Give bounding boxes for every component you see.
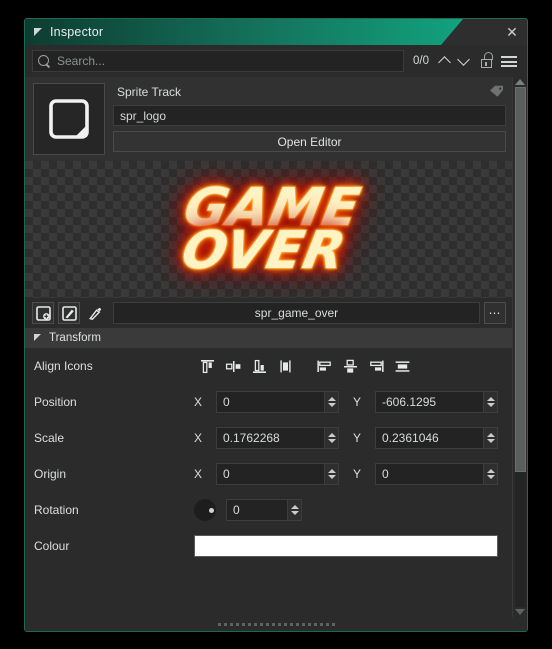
origin-label: Origin: [34, 467, 67, 481]
colour-row: Colour: [25, 528, 512, 564]
search-match-counter: 0/0: [413, 55, 429, 67]
scale-y-value: 0.2361046: [382, 431, 439, 445]
sprite-track-block: Sprite Track spr_logo Open Editor: [25, 77, 512, 161]
scale-y-input[interactable]: 0.2361046: [375, 427, 498, 449]
scrollbar-thumb[interactable]: [514, 87, 526, 472]
add-sprite-icon[interactable]: [32, 302, 54, 324]
origin-x-value: 0: [223, 467, 230, 481]
sprite-track-title: Sprite Track: [117, 85, 182, 99]
rotation-value: 0: [233, 503, 240, 517]
colour-label: Colour: [34, 539, 70, 553]
origin-y-stepper[interactable]: [483, 464, 497, 484]
search-input[interactable]: Search...: [32, 50, 404, 72]
align-top-icon[interactable]: [194, 355, 220, 377]
position-x-axis-label: X: [194, 395, 203, 409]
sprite-track-meta: Sprite Track spr_logo Open Editor: [113, 83, 506, 155]
section-collapse-icon: [34, 334, 42, 342]
search-icon: [38, 54, 51, 68]
align-bottom-icon[interactable]: [246, 355, 272, 377]
search-placeholder: Search...: [57, 54, 106, 68]
sprite-thumbnail-icon[interactable]: [33, 83, 105, 155]
window-titlebar[interactable]: Inspector ✕: [25, 19, 527, 45]
align-buttons-group: [194, 355, 415, 377]
close-icon[interactable]: ✕: [497, 19, 527, 45]
position-row: Position X 0 Y -606.1295: [25, 384, 512, 420]
open-editor-button[interactable]: Open Editor: [113, 131, 506, 152]
align-right-icon[interactable]: [363, 355, 389, 377]
scale-x-axis-label: X: [194, 431, 203, 445]
rotation-dial-icon[interactable]: [194, 499, 216, 521]
edit-sprite-icon[interactable]: [58, 302, 80, 324]
vertical-scrollbar[interactable]: [512, 77, 527, 617]
position-y-stepper[interactable]: [483, 392, 497, 412]
sprite-name-value: spr_game_over: [254, 306, 339, 320]
sprite-track-name-field[interactable]: spr_logo: [113, 105, 506, 126]
game-over-sprite-art: GAME OVER: [173, 177, 367, 282]
sprite-more-button[interactable]: ⋯: [484, 302, 506, 324]
scale-y-axis-label: Y: [353, 431, 362, 445]
position-x-input[interactable]: 0: [216, 391, 339, 413]
collapse-triangle-icon[interactable]: [34, 27, 43, 37]
position-x-stepper[interactable]: [324, 392, 338, 412]
align-middle-icon[interactable]: [272, 355, 298, 377]
sprite-preview[interactable]: GAME OVER: [25, 161, 512, 298]
scale-x-input[interactable]: 0.1762268: [216, 427, 339, 449]
window-title: Inspector: [50, 25, 104, 39]
align-horizontal-center-icon[interactable]: [337, 355, 363, 377]
sprite-name-field[interactable]: spr_game_over: [113, 302, 480, 324]
scale-label: Scale: [34, 431, 65, 445]
rotation-stepper[interactable]: [287, 500, 301, 520]
unlocked-padlock-icon[interactable]: [477, 50, 497, 72]
rotation-row: Rotation 0: [25, 492, 512, 528]
align-left-icon[interactable]: [311, 355, 337, 377]
origin-x-axis-label: X: [194, 467, 203, 481]
tag-icon[interactable]: [489, 85, 504, 98]
inspector-body: Search... 0/0 Sprite Track spr_logo Open…: [25, 45, 527, 631]
scale-x-stepper[interactable]: [324, 428, 338, 448]
origin-row: Origin X 0 Y 0: [25, 456, 512, 492]
inspector-window: Inspector ✕ Search... 0/0 Sprite Track s…: [24, 18, 528, 632]
scrollbar-track[interactable]: [514, 87, 526, 607]
position-y-axis-label: Y: [353, 395, 362, 409]
origin-y-value: 0: [382, 467, 389, 481]
search-prev-button[interactable]: [436, 50, 455, 72]
scale-x-value: 0.1762268: [223, 431, 280, 445]
scale-y-stepper[interactable]: [483, 428, 497, 448]
sprite-toolbar: spr_game_over ⋯: [25, 298, 512, 328]
titlebar-right-group: ✕: [441, 19, 527, 45]
search-row: Search... 0/0: [25, 45, 527, 77]
rotation-label: Rotation: [34, 503, 79, 517]
paintbrush-icon[interactable]: [84, 302, 106, 324]
scroll-up-arrow-icon[interactable]: [515, 79, 525, 85]
align-vertical-center-icon[interactable]: [220, 355, 246, 377]
scale-row: Scale X 0.1762268 Y 0.2361046: [25, 420, 512, 456]
transform-section-title: Transform: [49, 332, 101, 344]
resize-grip[interactable]: [25, 617, 527, 631]
scroll-area: Sprite Track spr_logo Open Editor GAME O…: [25, 77, 527, 617]
colour-swatch[interactable]: [194, 535, 498, 557]
position-label: Position: [34, 395, 77, 409]
inspector-content: Sprite Track spr_logo Open Editor GAME O…: [25, 77, 512, 617]
origin-x-stepper[interactable]: [324, 464, 338, 484]
search-next-button[interactable]: [455, 50, 474, 72]
align-stretch-icon[interactable]: [389, 355, 415, 377]
position-y-input[interactable]: -606.1295: [375, 391, 498, 413]
position-y-value: -606.1295: [382, 395, 437, 409]
origin-y-input[interactable]: 0: [375, 463, 498, 485]
position-x-value: 0: [223, 395, 230, 409]
align-icons-label: Align Icons: [34, 359, 93, 373]
transform-section-header[interactable]: Transform: [25, 328, 512, 348]
sprite-track-name-value: spr_logo: [120, 108, 167, 123]
origin-y-axis-label: Y: [353, 467, 362, 481]
rotation-input[interactable]: 0: [226, 499, 302, 521]
origin-x-input[interactable]: 0: [216, 463, 339, 485]
sprite-text-line-2: OVER: [176, 219, 352, 282]
align-icons-row: Align Icons: [25, 348, 512, 384]
scroll-down-arrow-icon[interactable]: [515, 609, 525, 615]
hamburger-menu-icon[interactable]: [499, 50, 519, 72]
